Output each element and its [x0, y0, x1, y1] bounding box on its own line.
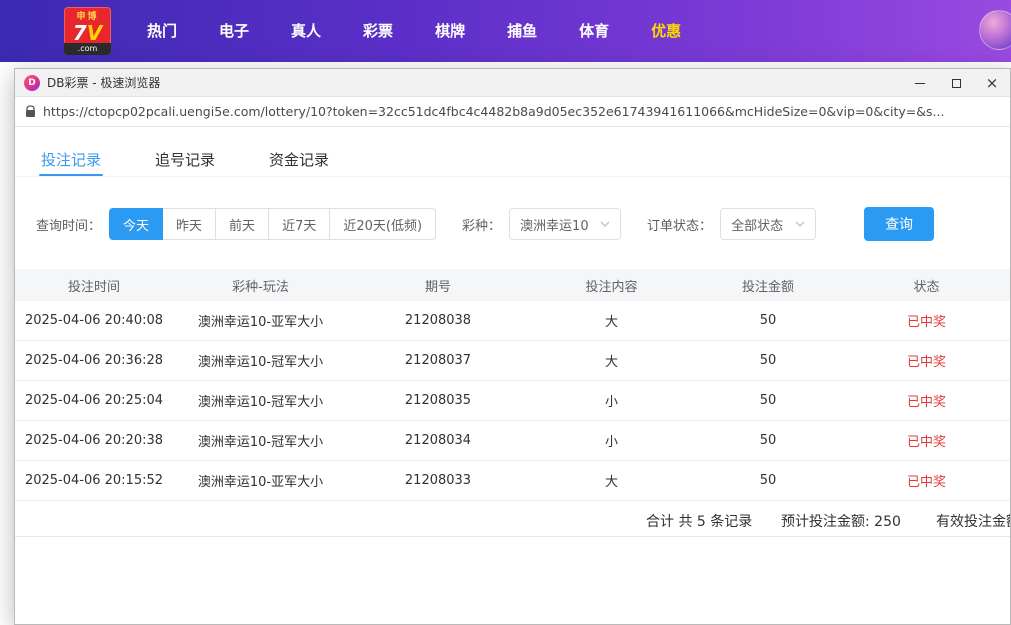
cell-bet-time: 2025-04-06 20:25:04: [15, 393, 173, 408]
status-filter-label: 订单状态：: [647, 215, 712, 234]
header-bet-time: 投注时间: [15, 276, 173, 295]
cell-issue: 21208037: [348, 353, 528, 368]
bet-records-table: 投注时间 彩种-玩法 期号 投注内容 投注金额 状态 2025-04-06 20…: [15, 269, 1011, 501]
nav-item-promo[interactable]: 优惠: [630, 0, 702, 62]
cell-bet-content: 小: [528, 431, 695, 450]
header-lottery-play: 彩种-玩法: [173, 276, 348, 295]
table-row: 2025-04-06 20:15:52 澳洲幸运10-亚军大小 21208033…: [15, 461, 1011, 501]
chevron-down-icon: [600, 221, 610, 227]
summary-valid-amount: 有效投注金额: [936, 511, 1011, 531]
cell-issue: 21208034: [348, 433, 528, 448]
cell-bet-amount: 50: [695, 433, 841, 448]
url-text: https://ctopcp02pcali.uengi5e.com/lotter…: [43, 104, 944, 119]
summary-expected-amount: 预计投注金额: 250: [781, 511, 901, 531]
cell-lottery-play: 澳洲幸运10-亚军大小: [173, 311, 348, 330]
logo-main-text: 7V: [73, 24, 102, 42]
lock-icon: [25, 105, 36, 118]
table-header-row: 投注时间 彩种-玩法 期号 投注内容 投注金额 状态: [15, 269, 1011, 301]
cell-bet-time: 2025-04-06 20:36:28: [15, 353, 173, 368]
table-row: 2025-04-06 20:25:04 澳洲幸运10-冠军大小 21208035…: [15, 381, 1011, 421]
header-status: 状态: [841, 276, 1011, 295]
time-filter-group: 今天 昨天 前天 近7天 近20天(低频): [109, 208, 436, 240]
tab-bet-records[interactable]: 投注记录: [39, 141, 103, 176]
cell-status: 已中奖: [841, 391, 1011, 410]
query-button[interactable]: 查询: [864, 207, 934, 241]
summary-total: 合计 共 5 条记录: [646, 511, 752, 531]
cell-bet-content: 大: [528, 311, 695, 330]
time-option-7days[interactable]: 近7天: [269, 208, 330, 240]
browser-tab-icon: D: [24, 75, 40, 91]
maximize-button[interactable]: [938, 69, 974, 97]
cell-bet-amount: 50: [695, 393, 841, 408]
tab-fund-records[interactable]: 资金记录: [267, 141, 331, 176]
nav-item-hot[interactable]: 热门: [126, 0, 198, 62]
record-tabs: 投注记录 追号记录 资金记录: [15, 127, 1010, 177]
order-status-value: 全部状态: [731, 215, 783, 234]
close-button[interactable]: ×: [974, 69, 1010, 97]
time-option-20days[interactable]: 近20天(低频): [330, 208, 436, 240]
cell-bet-amount: 50: [695, 313, 841, 328]
header-bet-amount: 投注金额: [695, 276, 841, 295]
cell-bet-time: 2025-04-06 20:15:52: [15, 473, 173, 488]
browser-window: D DB彩票 - 极速浏览器 × https://ctopcp02pcali.u…: [14, 68, 1011, 625]
header-issue: 期号: [348, 276, 528, 295]
cell-lottery-play: 澳洲幸运10-冠军大小: [173, 391, 348, 410]
cell-bet-time: 2025-04-06 20:40:08: [15, 313, 173, 328]
cell-issue: 21208033: [348, 473, 528, 488]
minimize-icon: [915, 83, 925, 84]
header-bet-content: 投注内容: [528, 276, 695, 295]
user-avatar[interactable]: [979, 10, 1011, 50]
chevron-down-icon: [795, 221, 805, 227]
cell-status: 已中奖: [841, 431, 1011, 450]
table-row: 2025-04-06 20:20:38 澳洲幸运10-冠军大小 21208034…: [15, 421, 1011, 461]
minimize-button[interactable]: [902, 69, 938, 97]
table-row: 2025-04-06 20:40:08 澳洲幸运10-亚军大小 21208038…: [15, 301, 1011, 341]
cell-bet-amount: 50: [695, 473, 841, 488]
cell-lottery-play: 澳洲幸运10-亚军大小: [173, 471, 348, 490]
lottery-filter-label: 彩种：: [462, 215, 501, 234]
lottery-select[interactable]: 澳洲幸运10: [509, 208, 621, 240]
cell-lottery-play: 澳洲幸运10-冠军大小: [173, 431, 348, 450]
time-option-daybefore[interactable]: 前天: [216, 208, 269, 240]
nav-item-fishing[interactable]: 捕鱼: [486, 0, 558, 62]
cell-issue: 21208035: [348, 393, 528, 408]
filter-bar: 查询时间： 今天 昨天 前天 近7天 近20天(低频) 彩种： 澳洲幸运10 订…: [15, 207, 1010, 241]
window-title: DB彩票 - 极速浏览器: [47, 74, 160, 91]
time-option-yesterday[interactable]: 昨天: [163, 208, 216, 240]
nav-item-cards[interactable]: 棋牌: [414, 0, 486, 62]
nav-item-sports[interactable]: 体育: [558, 0, 630, 62]
cell-issue: 21208038: [348, 313, 528, 328]
nav-item-lottery[interactable]: 彩票: [342, 0, 414, 62]
table-body: 2025-04-06 20:40:08 澳洲幸运10-亚军大小 21208038…: [15, 301, 1011, 501]
order-status-select[interactable]: 全部状态: [720, 208, 816, 240]
main-nav: 热门 电子 真人 彩票 棋牌 捕鱼 体育 优惠: [126, 0, 702, 62]
window-controls: ×: [902, 69, 1010, 97]
lottery-select-value: 澳洲幸运10: [520, 215, 589, 234]
cell-bet-content: 小: [528, 391, 695, 410]
cell-bet-content: 大: [528, 351, 695, 370]
cell-status: 已中奖: [841, 311, 1011, 330]
maximize-icon: [952, 79, 961, 88]
nav-item-slots[interactable]: 电子: [198, 0, 270, 62]
cell-bet-content: 大: [528, 471, 695, 490]
site-logo[interactable]: 申博 7V .com: [64, 7, 111, 55]
table-row: 2025-04-06 20:36:28 澳洲幸运10-冠军大小 21208037…: [15, 341, 1011, 381]
tab-chase-records[interactable]: 追号记录: [153, 141, 217, 176]
cell-lottery-play: 澳洲幸运10-冠军大小: [173, 351, 348, 370]
summary-bar: 合计 共 5 条记录 预计投注金额: 250 有效投注金额: [15, 501, 1010, 537]
time-filter-label: 查询时间：: [36, 215, 101, 234]
cell-bet-amount: 50: [695, 353, 841, 368]
window-titlebar[interactable]: D DB彩票 - 极速浏览器 ×: [15, 69, 1010, 97]
site-top-banner: 申博 7V .com 热门 电子 真人 彩票 棋牌 捕鱼 体育 优惠: [0, 0, 1011, 62]
logo-sub-text: .com: [64, 43, 111, 55]
cell-status: 已中奖: [841, 351, 1011, 370]
address-bar[interactable]: https://ctopcp02pcali.uengi5e.com/lotter…: [15, 97, 1010, 127]
time-option-today[interactable]: 今天: [109, 208, 163, 240]
cell-bet-time: 2025-04-06 20:20:38: [15, 433, 173, 448]
nav-item-live[interactable]: 真人: [270, 0, 342, 62]
close-icon: ×: [986, 76, 999, 91]
cell-status: 已中奖: [841, 471, 1011, 490]
